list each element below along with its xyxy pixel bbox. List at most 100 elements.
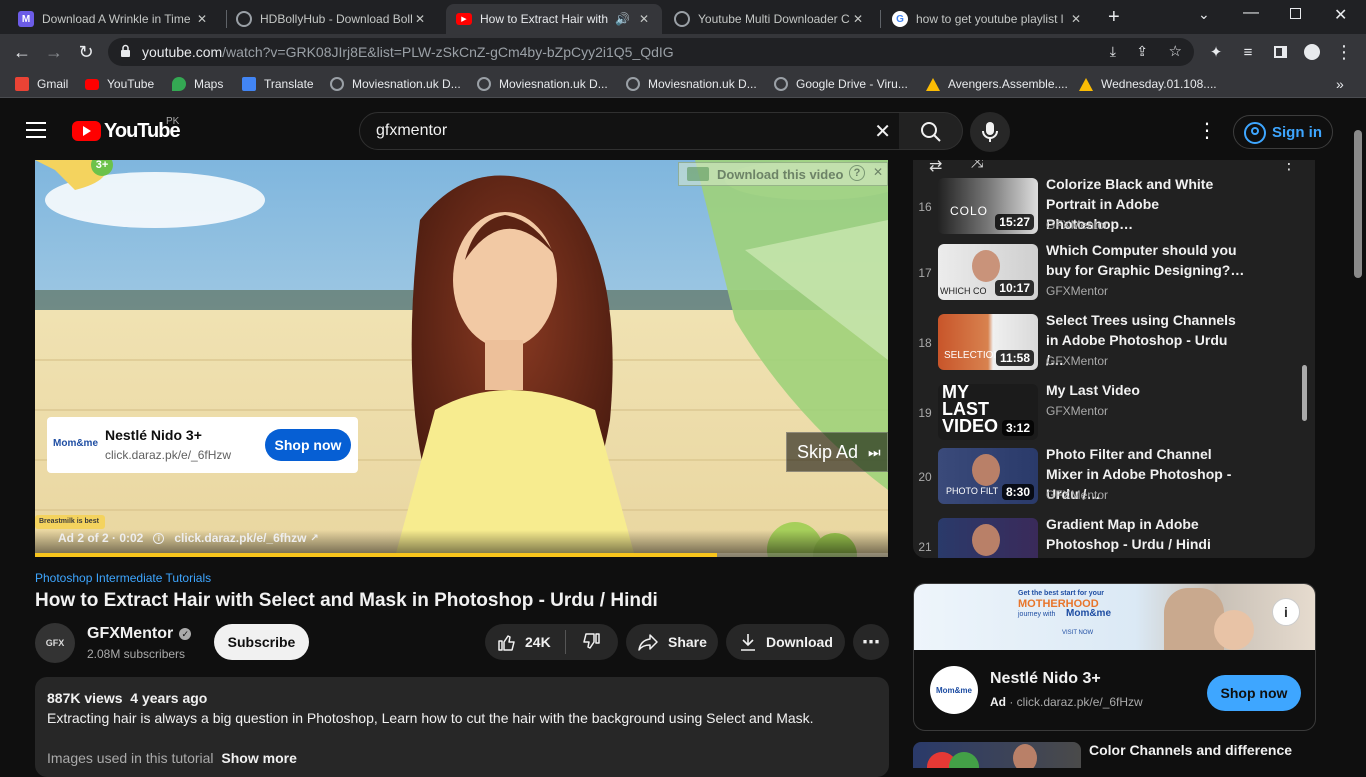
window-close-icon[interactable]: ✕ [1334, 5, 1347, 25]
close-icon[interactable]: ✕ [636, 12, 652, 26]
tab-title: How to Extract Hair with [480, 12, 609, 26]
loop-icon[interactable]: ⇄ [929, 160, 942, 176]
video-thumbnail: MY LAST VIDEO 3:12 [938, 384, 1038, 440]
back-icon[interactable]: ← [10, 40, 34, 64]
channel-name[interactable]: GFXMentor ✓ [87, 625, 192, 643]
help-icon[interactable]: ? [849, 165, 865, 181]
close-overlay-icon[interactable]: ✕ [873, 165, 883, 179]
playlist-item-title: Gradient Map in Adobe Photoshop - Urdu /… [1046, 516, 1211, 552]
reload-icon[interactable]: ↻ [74, 40, 98, 64]
extensions-icon[interactable]: ✦ [1204, 40, 1228, 64]
close-icon[interactable]: ✕ [1068, 12, 1084, 26]
description-box[interactable]: 887K views 4 years ago Extracting hair i… [35, 677, 889, 777]
address-bar[interactable]: youtube.com/watch?v=GRK08JIrj8E&list=PLW… [108, 38, 1194, 66]
bookmark-avengers[interactable]: Avengers.Assemble.... [926, 75, 1068, 93]
playlist-panel: ⇄ ⤨ ⋮ 16 COLO 15:27 Colorize Black and W… [913, 160, 1315, 558]
close-icon[interactable]: ✕ [850, 12, 866, 26]
speaker-icon[interactable]: 🔊 [615, 12, 630, 26]
playlist-item[interactable]: 19 MY LAST VIDEO 3:12 My Last Video GFXM… [913, 382, 1303, 448]
profile-icon[interactable] [1300, 40, 1324, 64]
side-shop-now-button[interactable]: Shop now [1207, 675, 1301, 711]
playlist-item[interactable]: 21 Gradient Map in Adobe Photoshop - Urd… [913, 516, 1303, 558]
ad-label: Ad [990, 695, 1006, 709]
bookmark-moviesnation-3[interactable]: Moviesnation.uk D... [626, 75, 757, 93]
globe-favicon-icon [674, 11, 690, 27]
show-more-button[interactable]: Show more [221, 750, 296, 766]
like-dislike-group: 24K [485, 624, 618, 660]
more-actions-icon[interactable]: ⋯ [853, 624, 889, 660]
chevron-right-icon[interactable]: » [1336, 75, 1344, 93]
sign-in-button[interactable]: Sign in [1233, 115, 1333, 149]
translate-icon [242, 77, 256, 91]
bookmark-wednesday[interactable]: Wednesday.01.108.... [1079, 75, 1217, 93]
bookmark-translate[interactable]: Translate [242, 75, 314, 93]
video-duration: 10:17 [995, 280, 1034, 296]
close-icon[interactable]: ✕ [194, 12, 210, 26]
voice-search-button[interactable] [970, 112, 1010, 152]
like-button[interactable]: 24K [485, 624, 565, 660]
bookmark-moviesnation-2[interactable]: Moviesnation.uk D... [477, 75, 608, 93]
bookmark-google-drive[interactable]: Google Drive - Viru... [774, 75, 908, 93]
bookmark-maps[interactable]: Maps [172, 75, 223, 93]
share-icon[interactable]: ⇪ [1136, 43, 1148, 60]
country-code: PK [166, 116, 180, 127]
clear-search-icon[interactable]: ✕ [874, 119, 891, 144]
browser-tab[interactable]: Youtube Multi Downloader C ✕ [664, 4, 876, 34]
playlist-scrollbar[interactable] [1302, 365, 1307, 421]
browser-tab[interactable]: HDBollyHub - Download Boll ✕ [226, 4, 438, 34]
playlist-link[interactable]: Photoshop Intermediate Tutorials [35, 571, 211, 585]
minimize-icon[interactable]: — [1243, 4, 1259, 22]
ad-info-link[interactable]: click.daraz.pk/e/_6fhzw [174, 531, 306, 545]
bookmark-moviesnation-1[interactable]: Moviesnation.uk D... [330, 75, 461, 93]
bookmark-youtube[interactable]: YouTube [85, 75, 154, 93]
playlist-item[interactable]: 20 PHOTO FILT 8:30 Photo Filter and Chan… [913, 446, 1303, 512]
search-button[interactable] [899, 112, 963, 150]
forward-icon[interactable]: → [42, 40, 66, 64]
subscribe-button[interactable]: Subscribe [214, 624, 309, 660]
install-icon[interactable]: ⤓ [1110, 43, 1116, 60]
browser-tab-active[interactable]: ▶ How to Extract Hair with 🔊 ✕ [446, 4, 662, 34]
browser-tab[interactable]: M Download A Wrinkle in Time ✕ [8, 4, 220, 34]
hamburger-menu-icon[interactable] [26, 122, 46, 138]
menu-kebab-icon[interactable]: ⋮ [1332, 40, 1356, 64]
next-video-thumbnail[interactable] [913, 742, 1081, 768]
download-play-icon [687, 167, 709, 181]
download-button[interactable]: Download [726, 624, 845, 660]
ad-info-icon[interactable]: i [1272, 598, 1300, 626]
ad-overlay-card[interactable]: Mom&me Nestlé Nido 3+ click.daraz.pk/e/_… [47, 417, 358, 473]
side-ad-url: click.daraz.pk/e/_6fHzw [1016, 695, 1143, 709]
video-player[interactable]: 3+ Download this video ? ✕ Mom&me Nestlé… [35, 160, 888, 557]
globe-icon [477, 77, 491, 91]
side-panel-icon[interactable] [1268, 40, 1292, 64]
skip-ad-button[interactable]: Skip Ad ⏭ [786, 432, 888, 472]
shop-now-button[interactable]: Shop now [265, 429, 351, 461]
lock-icon [120, 44, 131, 58]
chevron-down-icon[interactable]: ⌄ [1198, 6, 1210, 23]
bookmark-gmail[interactable]: Gmail [15, 75, 68, 93]
globe-icon [774, 77, 788, 91]
side-ad-card[interactable]: Get the best start for your MOTHERHOOD j… [913, 583, 1316, 731]
page-scrollbar[interactable] [1354, 130, 1362, 278]
playlist-item[interactable]: 18 SELECTION 11:58 Select Trees using Ch… [913, 312, 1303, 378]
channel-avatar[interactable]: GFX [35, 623, 75, 663]
youtube-logo[interactable]: YouTube [72, 120, 181, 142]
upload-age: 4 years ago [130, 690, 208, 706]
playlist-item[interactable]: 17 WHICH CO 10:17 Which Computer should … [913, 242, 1303, 308]
playlist-menu-icon[interactable]: ⋮ [1281, 160, 1297, 174]
dislike-button[interactable] [566, 624, 616, 660]
download-overlay[interactable]: Download this video ? ✕ [678, 162, 888, 186]
search-input[interactable]: gfxmentor ✕ [359, 112, 900, 150]
info-icon[interactable]: i [153, 532, 165, 544]
media-control-icon[interactable]: ≡ [1236, 40, 1260, 64]
close-icon[interactable]: ✕ [412, 12, 428, 26]
next-video-title[interactable]: Color Channels and difference [1089, 742, 1292, 758]
maximize-icon[interactable] [1290, 8, 1301, 19]
settings-kebab-icon[interactable]: ⋮ [1197, 118, 1217, 143]
share-button[interactable]: Share [626, 624, 718, 660]
ad-progress-track[interactable] [35, 553, 888, 557]
bookmark-star-icon[interactable]: ☆ [1169, 42, 1182, 60]
new-tab-icon[interactable]: + [1108, 6, 1120, 29]
playlist-item[interactable]: 16 COLO 15:27 Colorize Black and White P… [913, 176, 1303, 242]
shuffle-icon[interactable]: ⤨ [971, 160, 984, 172]
browser-tab[interactable]: G how to get youtube playlist l ✕ [882, 4, 1094, 34]
